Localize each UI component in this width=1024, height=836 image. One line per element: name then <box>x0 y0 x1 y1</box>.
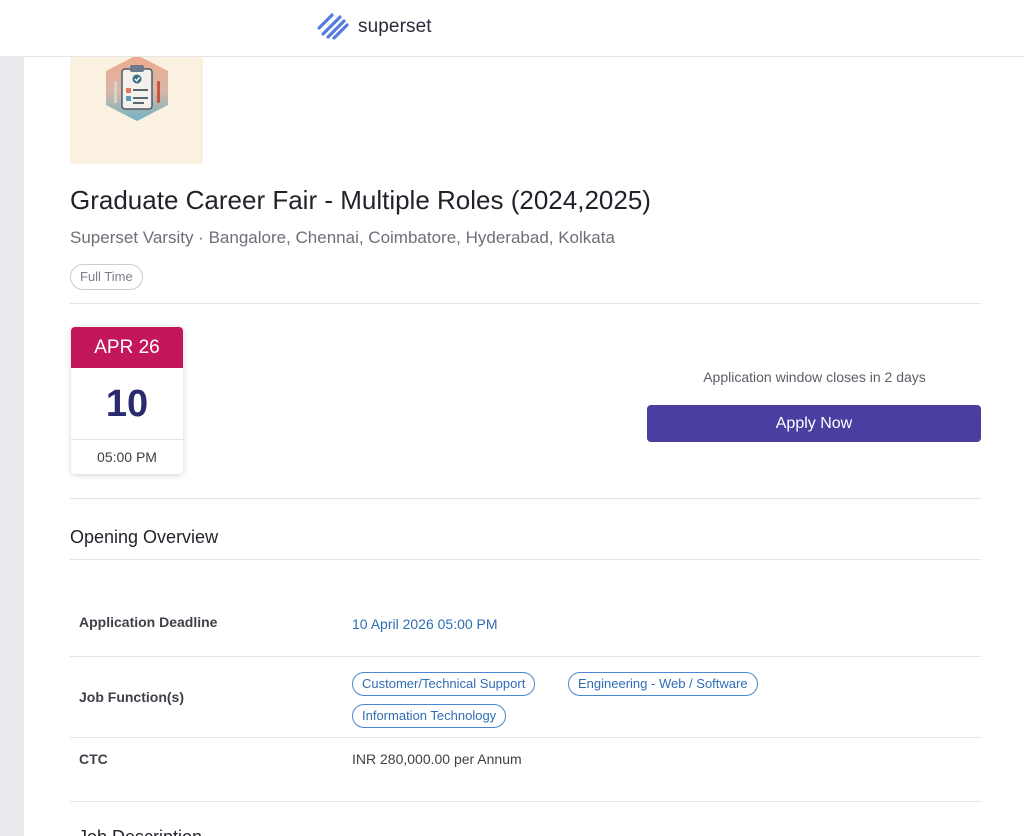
top-bar: superset <box>0 0 1024 57</box>
divider <box>70 737 981 738</box>
overview-value-deadline: 10 April 2026 05:00 PM <box>352 616 498 632</box>
job-function-chip: Engineering - Web / Software <box>568 672 758 696</box>
job-title: Graduate Career Fair - Multiple Roles (2… <box>70 185 651 215</box>
superset-logo-icon <box>313 7 353 48</box>
left-rail <box>0 57 24 836</box>
job-type-badge: Full Time <box>70 264 143 290</box>
calendar-time: 05:00 PM <box>97 449 157 465</box>
apply-now-button[interactable]: Apply Now <box>647 405 981 442</box>
overview-label-job-function: Job Function(s) <box>79 689 184 705</box>
divider <box>70 303 981 304</box>
divider <box>70 498 981 499</box>
overview-label-deadline: Application Deadline <box>79 614 218 630</box>
calendar-month-year: APR 26 <box>71 327 183 368</box>
brand-logo[interactable]: superset <box>313 8 432 46</box>
brand-name: superset <box>358 16 432 37</box>
overview-value-ctc: INR 280,000.00 per Annum <box>352 751 522 767</box>
job-function-chip: Information Technology <box>352 704 507 728</box>
calendar-day: 10 <box>71 368 183 440</box>
job-company-locations: Superset Varsity · Bangalore, Chennai, C… <box>70 228 615 247</box>
overview-label-ctc: CTC <box>79 751 108 767</box>
application-window-text: Application window closes in 2 days <box>703 369 926 385</box>
deadline-calendar: APR 26 10 05:00 PM <box>71 327 183 474</box>
company-logo <box>70 57 203 164</box>
job-description-title: Job Description <box>78 827 202 836</box>
job-function-chip: Customer/Technical Support <box>352 672 536 696</box>
divider <box>70 801 981 802</box>
divider <box>70 656 981 657</box>
opening-overview-title: Opening Overview <box>70 527 219 547</box>
divider <box>70 559 981 560</box>
